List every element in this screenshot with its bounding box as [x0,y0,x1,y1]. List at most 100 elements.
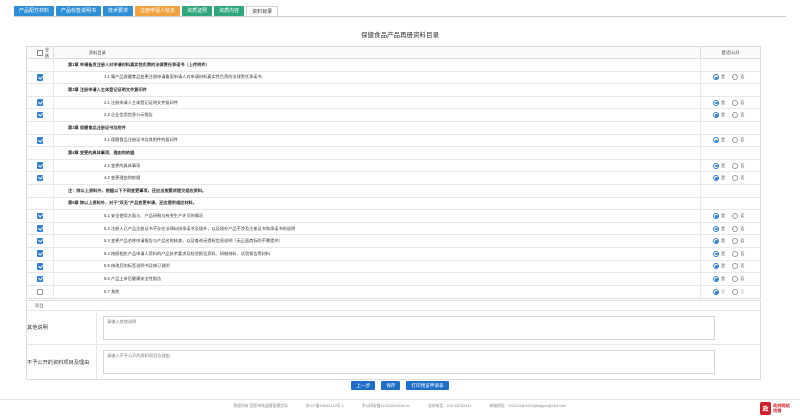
row-select-cell [27,147,54,159]
public-no-radio[interactable] [732,99,739,106]
public-yes-label: 是 [721,99,726,105]
print-preview-button[interactable]: 打印预览申请表 [406,381,449,390]
tab-7[interactable]: 资料目录 [246,6,279,16]
column-directory: 资料目录 [54,47,701,58]
row-checkbox[interactable] [36,137,44,144]
public-yes-radio[interactable] [713,175,719,182]
public-no-radio[interactable] [732,162,739,169]
gov-site-logo[interactable]: 政 政府网站 找错 [760,400,796,416]
row-select-cell [27,184,54,197]
row-checkbox[interactable] [36,99,44,106]
footer-police: 京公网安备11010202008101 [361,404,410,408]
save-button[interactable]: 保存 [381,381,401,390]
section-row: 第3章 保健食品注册证书及附件 [27,121,760,135]
public-no-radio[interactable] [732,74,739,81]
section-row: 第5章 除以上资料外，对于"双无"产品变更申请，还应提供相应材料。 [27,197,760,211]
public-yes-radio[interactable] [713,225,719,232]
row-public-cell: 是否 [701,172,760,184]
row-checkbox[interactable] [36,275,44,283]
row-checkbox[interactable] [36,174,44,182]
public-no-radio[interactable] [732,175,739,182]
tab-1[interactable]: 产品配方材料 [14,6,55,16]
row-checkbox[interactable] [36,250,44,257]
table-body: 第1章 申请备发注册人对申请材料真实性负责的法律责任承诺书（上传附件） 1.1 集… [27,59,760,299]
public-no-radio[interactable] [732,112,739,119]
tab-bar: 产品配方材料 产品标签说明书 技术要求 注册申请人信息 资质证照 资质内容 资料目录 [14,6,279,16]
row-checkbox[interactable] [36,225,44,232]
nonpublic-textarea[interactable] [103,350,715,374]
table-row: 5.2 注册人已产品注册证书不存在法律纠纷承诺书及境外，以及境外产品不涉及注册证… [27,222,760,236]
nonpublic-label: 不予公开的资料项目及理由 [27,345,97,379]
public-no-label: 否 [740,74,745,80]
other-textarea[interactable] [103,316,715,340]
table-row: 5.7 其他是否 [27,285,760,299]
row-select-cell [27,273,54,285]
logo-mark-icon: 政 [760,401,771,415]
public-yes-radio[interactable] [713,275,719,282]
row-public-cell [701,185,760,197]
public-no-radio[interactable] [732,225,739,232]
row-text: 5.1 安全使用方面与、产品研制与有关生产许可的情况 [54,210,701,222]
tab-2[interactable]: 产品标签说明书 [56,6,102,16]
tab-6[interactable]: 资质内容 [214,6,245,16]
public-no-radio[interactable] [732,137,739,144]
public-yes-radio[interactable] [713,112,719,119]
public-no-label: 否 [740,288,745,294]
table-row: 3.1 保健食品注册证书及其附件的复印件是否 [27,134,760,148]
row-text: 5.6 产品上市后健康安全性报告 [54,273,701,285]
table-row: 5.3 变更产品名称申请报告与产品名称核查，以及查询无侵权信息说明（无正面商标的… [27,235,760,248]
public-no-radio[interactable] [732,263,739,270]
public-yes-radio[interactable] [713,263,719,270]
public-no-radio[interactable] [732,212,739,219]
public-yes-radio[interactable] [713,99,719,106]
row-select-cell [27,84,54,96]
action-buttons: 上一步 保存 打印预览申请表 [0,381,800,390]
row-checkbox[interactable] [36,237,44,245]
row-public-cell: 是否 [701,135,760,147]
logo-line2: 找错 [773,408,782,413]
public-no-label: 否 [740,137,745,143]
select-all[interactable]: 全选 [27,47,54,58]
row-checkbox[interactable] [36,288,44,296]
row-select-cell [27,172,54,184]
row-public-cell [701,84,760,96]
row-checkbox[interactable] [36,212,44,220]
select-all-checkbox[interactable] [37,49,43,56]
public-yes-radio[interactable] [713,137,719,144]
row-text: 4.2 变更理由和依据 [54,172,701,184]
row-checkbox[interactable] [36,263,44,270]
table-row: 2.1 注册申请人主体登记证明文件复印件是否 [27,96,760,110]
tab-4[interactable]: 注册申请人信息 [135,6,181,16]
tab-5[interactable]: 资质证照 [182,6,213,16]
public-yes-label: 是 [721,175,726,181]
public-yes-label: 是 [721,225,726,231]
public-no-label: 否 [740,212,745,218]
row-text: 2.1 注册申请人主体登记证明文件复印件 [54,96,701,109]
public-no-radio[interactable] [732,250,739,257]
public-no-radio[interactable] [732,238,739,245]
nonpublic-body [97,345,760,379]
row-checkbox[interactable] [36,162,44,169]
public-yes-radio[interactable] [713,250,719,257]
public-no-radio[interactable] [732,288,739,295]
row-select-cell [27,285,54,299]
public-no-label: 否 [740,275,745,281]
row-text: 第4章 变更的具体事项、理由和依据 [54,147,701,159]
tab-3[interactable]: 技术要求 [103,6,134,16]
select-all-label: 全选 [44,46,50,58]
footer: 版权所有 国家市场监督管理总局 京ICP备18052442号-1 京公网安备11… [0,404,800,409]
public-yes-radio[interactable] [713,212,719,219]
public-yes-radio[interactable] [713,162,719,169]
row-checkbox[interactable] [36,111,44,119]
public-no-radio[interactable] [732,275,739,282]
row-public-cell: 是否 [701,261,760,273]
footer-divider [0,399,800,400]
page-title: 保健食品产品再册资料目录 [361,32,439,39]
row-checkbox[interactable] [36,74,44,81]
prev-button[interactable]: 上一步 [351,381,376,390]
public-yes-radio[interactable] [713,288,719,295]
row-public-cell: 是否 [701,273,760,285]
public-yes-radio[interactable] [713,238,719,245]
row-select-cell [27,109,54,121]
public-yes-radio[interactable] [713,74,719,81]
